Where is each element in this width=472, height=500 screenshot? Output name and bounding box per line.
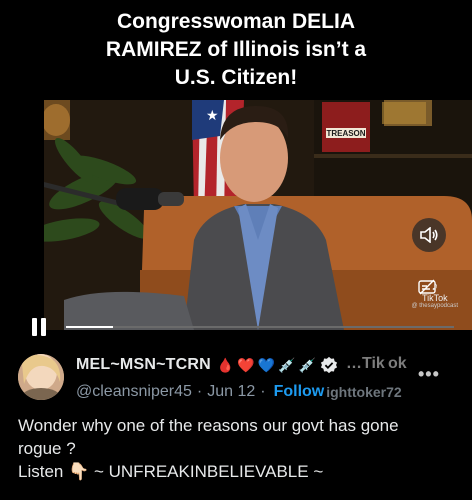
avatar-photo bbox=[18, 354, 64, 400]
video-progress-bar[interactable] bbox=[66, 326, 454, 328]
tweet-date[interactable]: Jun 12 bbox=[207, 383, 255, 401]
speaker-icon bbox=[420, 227, 438, 243]
tweet-text-line: Wonder why one of the reasons our govt h… bbox=[18, 416, 399, 435]
video-frame: TREASON ★ bbox=[44, 100, 472, 330]
tiktok-label: TikTok bbox=[421, 293, 448, 303]
book-title: TREASON bbox=[326, 129, 365, 138]
tiktok-watermark: ♪ TikTok @ thesaypodcast bbox=[412, 277, 458, 309]
avatar[interactable] bbox=[18, 354, 64, 400]
red-heart-icon: ❤️ bbox=[237, 356, 255, 373]
tiktok-handle: @ thesaypodcast bbox=[411, 303, 458, 309]
separator: · bbox=[196, 383, 203, 400]
tiktok-icon: ♪ bbox=[431, 277, 439, 293]
pause-button[interactable] bbox=[32, 318, 48, 336]
video-controls bbox=[0, 312, 472, 340]
author-name-row: MEL~MSN~TCRN 🩸 ❤️ 💙 💉 💉 bbox=[76, 354, 338, 376]
blood-drop-icon: 🩸 bbox=[216, 356, 235, 373]
author-handle[interactable]: @cleansniper45 bbox=[76, 383, 192, 401]
video-progress-fill bbox=[66, 326, 113, 328]
author-meta-row: @cleansniper45 · Jun 12 · Follow ighttok… bbox=[76, 382, 402, 402]
mute-button[interactable] bbox=[412, 218, 446, 252]
verified-badge-icon bbox=[320, 356, 338, 374]
syringe-icon: 💉 bbox=[278, 356, 296, 373]
pause-icon bbox=[32, 318, 37, 336]
syringe-icon: 💉 bbox=[298, 356, 317, 373]
caption-line: RAMIREZ of Illinois isn’t a bbox=[105, 38, 367, 61]
separator: · bbox=[260, 383, 266, 400]
video-scene-illustration: TREASON ★ bbox=[44, 100, 472, 330]
name-emojis: 🩸 ❤️ 💙 💉 💉 bbox=[217, 357, 316, 374]
caption-line: U.S. Citizen! bbox=[174, 66, 298, 89]
caption-line: Congresswoman DELIA bbox=[116, 10, 356, 33]
svg-text:★: ★ bbox=[206, 108, 219, 124]
follow-button[interactable]: Follow bbox=[274, 383, 325, 401]
tiktok-overlay-text: …Tik ok bbox=[346, 355, 407, 372]
tiktok-overlay-handle: ighttoker72 bbox=[326, 384, 402, 400]
blue-heart-icon: 💙 bbox=[257, 356, 276, 373]
author-display-name[interactable]: MEL~MSN~TCRN bbox=[76, 356, 211, 374]
video-player[interactable]: Congresswoman DELIA RAMIREZ of Illinois … bbox=[0, 0, 472, 340]
tweet-body: Wonder why one of the reasons our govt h… bbox=[18, 414, 458, 483]
tweet-text-line: rogue ? bbox=[18, 439, 76, 458]
video-caption: Congresswoman DELIA RAMIREZ of Illinois … bbox=[0, 8, 472, 92]
tweet-text-line: Listen 👇🏻 ~ UNFREAKINBELIEVABLE ~ bbox=[18, 462, 324, 481]
book-cover bbox=[322, 102, 370, 152]
tweet-card: MEL~MSN~TCRN 🩸 ❤️ 💙 💉 💉 …Tik ok ••• @cle… bbox=[0, 340, 472, 500]
more-options-button[interactable]: ••• bbox=[418, 364, 440, 385]
